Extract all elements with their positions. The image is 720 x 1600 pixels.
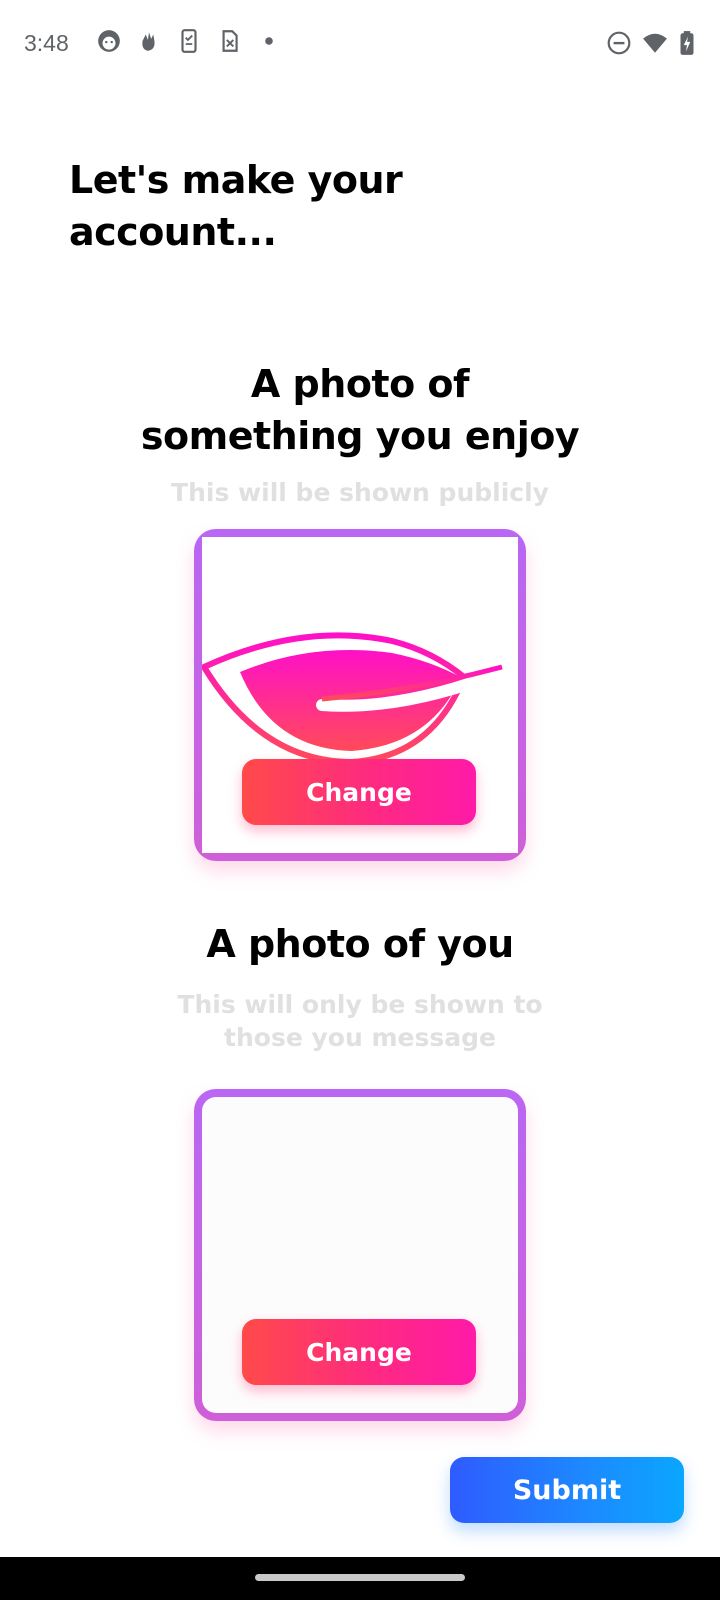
- public-photo-title: A photo of something you enjoy: [140, 362, 580, 458]
- status-icons-left: [96, 28, 282, 54]
- sim-x-icon: [222, 30, 238, 52]
- status-time: 3:48: [24, 30, 69, 56]
- private-photo-card[interactable]: Change: [194, 1089, 526, 1421]
- page-title: Let's make your account...: [69, 158, 403, 254]
- submit-button[interactable]: Submit: [450, 1457, 684, 1523]
- public-photo-subtitle: This will be shown publicly: [171, 478, 549, 507]
- pink-leaf-logo-icon: [202, 632, 508, 766]
- private-photo-title: A photo of you: [206, 922, 514, 966]
- battery-charging-icon: [680, 31, 694, 55]
- phone-checklist-icon: [181, 29, 197, 53]
- navigation-bar: [0, 1557, 720, 1600]
- status-bar: 3:48: [0, 0, 720, 90]
- private-photo-subtitle: This will only be shown to those you mes…: [177, 990, 543, 1052]
- dot-icon: [265, 37, 273, 45]
- hand-icon: [142, 32, 155, 51]
- wifi-icon: [643, 33, 667, 53]
- public-photo-change-button[interactable]: Change: [242, 759, 476, 825]
- face-icon: [98, 30, 120, 52]
- home-gesture-handle[interactable]: [255, 1574, 465, 1581]
- status-icons-right: [606, 30, 696, 56]
- do-not-disturb-icon: [607, 31, 631, 55]
- private-photo-change-button[interactable]: Change: [242, 1319, 476, 1385]
- public-photo-card[interactable]: Change: [194, 529, 526, 861]
- private-photo-frame: Change: [202, 1097, 518, 1413]
- public-photo-frame: Change: [202, 537, 518, 853]
